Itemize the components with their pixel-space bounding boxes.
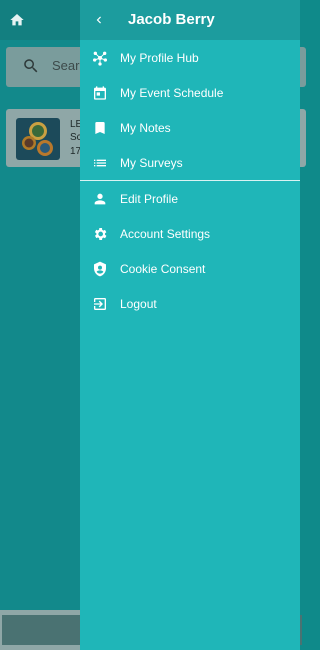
menu-item-my-notes[interactable]: My Notes bbox=[80, 110, 300, 145]
menu-item-label: Edit Profile bbox=[120, 191, 179, 206]
session-thumbnail bbox=[16, 118, 60, 160]
person-icon bbox=[92, 191, 108, 207]
menu-item-cookie-consent[interactable]: Cookie Consent bbox=[80, 251, 300, 286]
home-button[interactable] bbox=[6, 9, 28, 31]
chevron-left-icon bbox=[96, 16, 101, 24]
menu-item-label: My Surveys bbox=[120, 155, 183, 170]
search-icon bbox=[24, 59, 38, 73]
hub-icon bbox=[92, 50, 108, 66]
menu-item-label: Cookie Consent bbox=[120, 261, 206, 276]
logout-icon bbox=[92, 296, 108, 312]
shield-icon bbox=[92, 261, 108, 277]
drawer-menu: My Profile Hub My Event Schedule My Note… bbox=[80, 40, 300, 321]
gear-icon bbox=[92, 226, 108, 242]
menu-item-label: My Notes bbox=[120, 120, 171, 135]
menu-item-my-event-schedule[interactable]: My Event Schedule bbox=[80, 75, 300, 110]
bookmark-icon bbox=[92, 120, 108, 136]
drawer-header: Jacob Berry bbox=[80, 0, 300, 40]
menu-item-my-profile-hub[interactable]: My Profile Hub bbox=[80, 40, 300, 75]
navigation-drawer: Jacob Berry My Profile Hub My Event Sche… bbox=[80, 0, 300, 650]
menu-item-label: My Event Schedule bbox=[120, 85, 224, 100]
drawer-title: Jacob Berry bbox=[128, 11, 215, 28]
menu-item-label: Account Settings bbox=[120, 226, 211, 241]
menu-item-edit-profile[interactable]: Edit Profile bbox=[80, 181, 300, 216]
menu-item-label: My Profile Hub bbox=[120, 50, 199, 65]
list-icon bbox=[92, 155, 108, 171]
menu-item-logout[interactable]: Logout bbox=[80, 286, 300, 321]
menu-item-my-surveys[interactable]: My Surveys bbox=[80, 145, 300, 180]
home-icon bbox=[10, 14, 24, 26]
back-button[interactable] bbox=[88, 9, 110, 31]
menu-item-account-settings[interactable]: Account Settings bbox=[80, 216, 300, 251]
menu-item-label: Logout bbox=[120, 296, 157, 311]
calendar-icon bbox=[92, 85, 108, 101]
